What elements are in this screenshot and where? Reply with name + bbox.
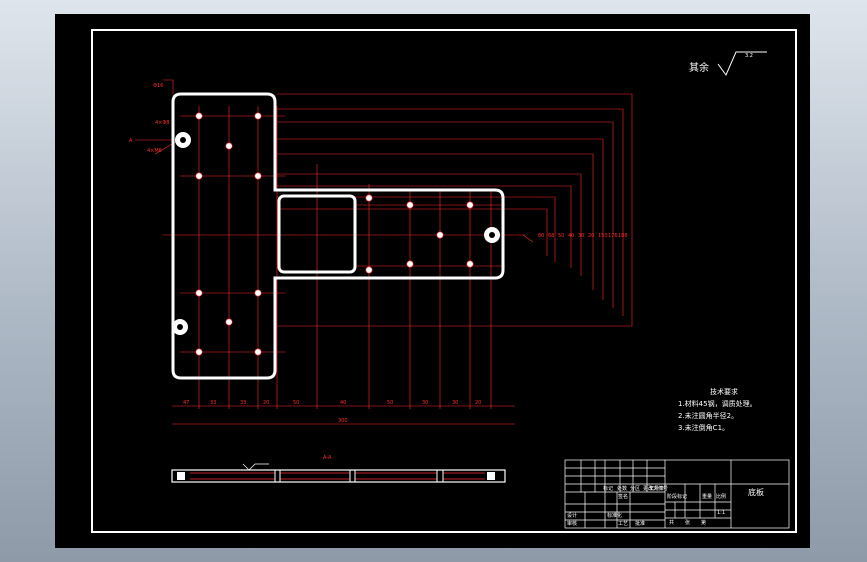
label-design: 设计: [567, 513, 578, 519]
tech-notes-title: 技术要求: [710, 388, 738, 396]
technical-notes: 技术要求 1.材料45钢，调质处理。 2.未注圆角半径2。 3.未注倒角C1。: [678, 386, 757, 434]
label-standardize: 标准化: [607, 513, 623, 519]
label-count: 处数: [617, 486, 628, 492]
inner-border: [91, 29, 797, 533]
dimension-lines: [135, 79, 633, 425]
label-of: 第: [701, 520, 707, 526]
label-stage-mark: 阶段标记: [667, 494, 688, 500]
svg-text:30: 30: [578, 233, 584, 239]
svg-text:A: A: [129, 138, 133, 144]
svg-text:176: 176: [608, 233, 618, 239]
svg-text:47: 47: [183, 400, 189, 406]
svg-text:33: 33: [210, 400, 216, 406]
svg-text:Φ16: Φ16: [153, 83, 163, 89]
svg-text:68: 68: [548, 233, 554, 239]
label-scale: 比例: [716, 494, 727, 500]
svg-text:20: 20: [475, 400, 481, 406]
svg-text:50: 50: [387, 400, 393, 406]
drawing-sheet: 47 33 33 20 50 40 50 30 30 20 300 80 68 50 40 30 20…: [55, 14, 810, 548]
tech-note-line: 2.未注圆角半径2。: [678, 412, 739, 420]
label-approve: 批准: [635, 521, 646, 527]
label-total: 共: [669, 520, 675, 526]
label-date: 年月日: [649, 486, 665, 492]
svg-text:20: 20: [588, 233, 594, 239]
label-sheet: 张: [685, 520, 691, 526]
part-name: 底板: [748, 488, 764, 497]
roughness-symbol: [717, 51, 767, 77]
part-outline: [171, 92, 505, 380]
scale-value: 1:1: [717, 510, 726, 516]
roughness-value: 3.2: [745, 53, 753, 59]
svg-text:80: 80: [538, 233, 544, 239]
label-mark: 标记: [603, 486, 614, 492]
svg-text:50: 50: [293, 400, 299, 406]
svg-text:188: 188: [618, 233, 628, 239]
cad-drawing: 47 33 33 20 50 40 50 30 30 20 300 80 68 50 40 30 20…: [91, 29, 797, 533]
section-view: [171, 463, 506, 483]
label-zone: 分区: [630, 486, 641, 492]
svg-text:A-A: A-A: [323, 455, 332, 461]
svg-text:4×Φ8: 4×Φ8: [155, 120, 170, 126]
svg-text:30: 30: [452, 400, 458, 406]
mounting-holes: [172, 132, 500, 335]
roughness-label: 其余: [689, 63, 709, 74]
svg-text:40: 40: [568, 233, 574, 239]
small-holes: [195, 112, 474, 356]
label-review: 审核: [567, 521, 578, 527]
svg-text:30: 30: [422, 400, 428, 406]
tech-note-line: 1.材料45钢，调质处理。: [678, 400, 757, 408]
svg-text:33: 33: [240, 400, 246, 406]
svg-text:150: 150: [598, 233, 608, 239]
dimension-text: 47 33 33 20 50 40 50 30 30 20 300 80 68 50 40 30 20…: [129, 83, 628, 461]
label-process: 工艺: [618, 521, 629, 527]
svg-text:20: 20: [263, 400, 269, 406]
svg-text:50: 50: [558, 233, 564, 239]
label-signature: 签名: [618, 494, 629, 500]
svg-text:300: 300: [338, 418, 348, 424]
tech-note-line: 3.未注倒角C1。: [678, 424, 730, 432]
svg-text:4×M6: 4×M6: [147, 148, 162, 154]
label-weight: 重量: [702, 494, 713, 500]
svg-text:40: 40: [340, 400, 346, 406]
